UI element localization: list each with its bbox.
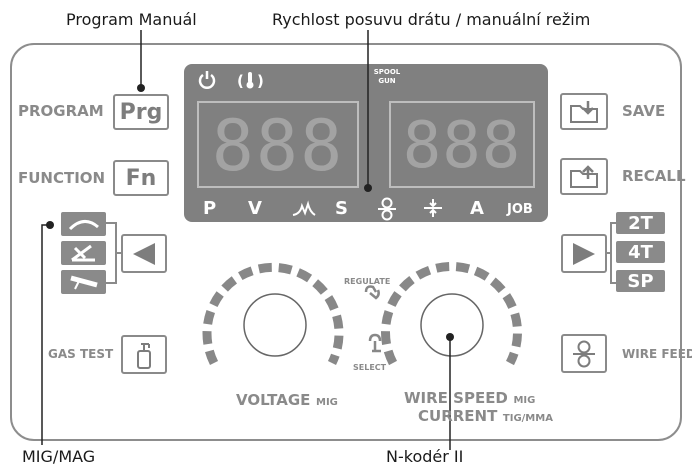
callout-lines xyxy=(41,30,372,445)
